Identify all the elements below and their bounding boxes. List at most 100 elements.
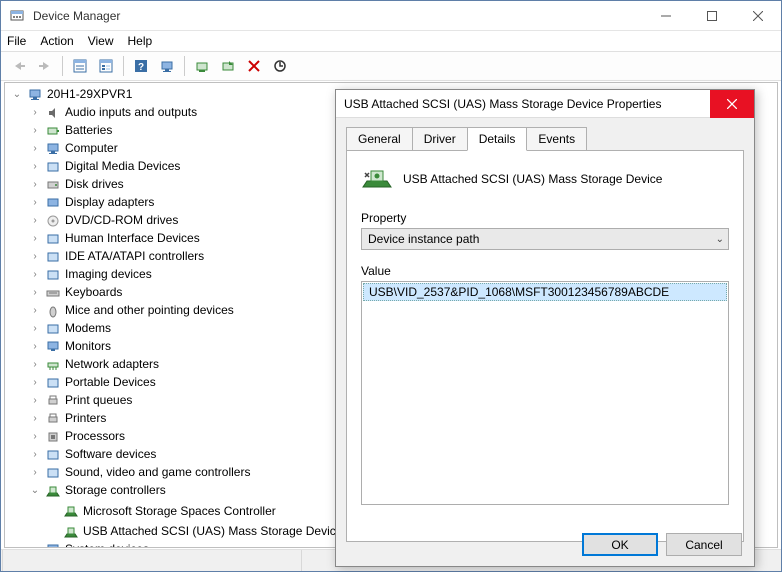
expand-icon[interactable]: ›: [29, 284, 41, 301]
expand-icon[interactable]: ›: [29, 428, 41, 445]
expand-icon[interactable]: ›: [29, 248, 41, 265]
tree-category[interactable]: ›Audio inputs and outputs: [29, 104, 197, 121]
tree-category-label: System devices: [65, 541, 149, 548]
properties-button[interactable]: [94, 54, 118, 78]
category-icon: [45, 393, 61, 409]
tab-details[interactable]: Details: [467, 127, 528, 151]
minimize-button[interactable]: [643, 1, 689, 31]
dialog-close-button[interactable]: [710, 90, 754, 118]
expand-icon[interactable]: ›: [29, 194, 41, 211]
tab-general[interactable]: General: [346, 127, 413, 151]
tree-category[interactable]: › IDE ATA/ATAPI controllers: [29, 248, 204, 265]
value-listbox[interactable]: USB\VID_2537&PID_1068\MSFT300123456789AB…: [361, 281, 729, 505]
tree-category[interactable]: › Batteries: [29, 122, 112, 139]
cancel-button[interactable]: Cancel: [666, 533, 742, 556]
tree-category[interactable]: ›Software devices: [29, 446, 156, 463]
tree-category[interactable]: ›Keyboards: [29, 284, 122, 301]
tree-category[interactable]: › Processors: [29, 428, 125, 445]
menu-action[interactable]: Action: [40, 34, 73, 48]
tree-category-label: Batteries: [65, 122, 112, 139]
tree-category[interactable]: ⌄ Storage controllers: [29, 482, 166, 499]
tree-category[interactable]: ›Digital Media Devices: [29, 158, 180, 175]
tree-category[interactable]: ›Sound, video and game controllers: [29, 464, 250, 481]
expand-icon[interactable]: ›: [29, 338, 41, 355]
expand-icon[interactable]: ›: [29, 356, 41, 373]
tree-category[interactable]: ›Disk drives: [29, 176, 124, 193]
expand-icon[interactable]: ›: [29, 122, 41, 139]
show-hide-tree-button[interactable]: [68, 54, 92, 78]
expand-icon[interactable]: ›: [29, 140, 41, 157]
computer-icon: [27, 87, 43, 103]
expand-icon[interactable]: ›: [29, 464, 41, 481]
tree-category-label: Processors: [65, 428, 125, 445]
tree-category[interactable]: ›Display adapters: [29, 194, 154, 211]
tree-category[interactable]: ›Imaging devices: [29, 266, 152, 283]
menu-help[interactable]: Help: [128, 34, 153, 48]
expand-icon[interactable]: ›: [29, 392, 41, 409]
maximize-button[interactable]: [689, 1, 735, 31]
tree-category-label: Monitors: [65, 338, 111, 355]
window-title: Device Manager: [33, 9, 643, 23]
property-combo[interactable]: Device instance path ⌄: [361, 228, 729, 250]
expand-icon[interactable]: ⌄: [29, 482, 41, 499]
hardware-button[interactable]: [155, 54, 179, 78]
expand-icon[interactable]: ›: [29, 176, 41, 193]
tree-category-label: Network adapters: [65, 356, 159, 373]
category-icon: [45, 105, 61, 121]
tab-driver[interactable]: Driver: [412, 127, 468, 151]
tree-root-node[interactable]: ⌄20H1-29XPVR1: [11, 86, 132, 103]
expand-icon[interactable]: ›: [29, 302, 41, 319]
expand-icon[interactable]: ›: [29, 158, 41, 175]
tree-category-label: Storage controllers: [65, 482, 166, 499]
category-icon: [45, 357, 61, 373]
tree-category[interactable]: › Printers: [29, 410, 106, 427]
tree-device[interactable]: USB Attached SCSI (UAS) Mass Storage Dev…: [47, 523, 342, 540]
device-header: USB Attached SCSI (UAS) Mass Storage Dev…: [361, 163, 729, 195]
tree-category-label: Printers: [65, 410, 106, 427]
tree-category-label: IDE ATA/ATAPI controllers: [65, 248, 204, 265]
tree-category[interactable]: ›Portable Devices: [29, 374, 156, 391]
update-driver-button[interactable]: [190, 54, 214, 78]
expand-icon[interactable]: ›: [29, 266, 41, 283]
storage-controller-icon: [63, 503, 79, 519]
collapse-icon[interactable]: ⌄: [11, 86, 23, 103]
help-button[interactable]: ?: [129, 54, 153, 78]
tree-device[interactable]: Microsoft Storage Spaces Controller: [47, 503, 276, 520]
tree-category[interactable]: › System devices: [29, 541, 149, 548]
expand-icon[interactable]: ›: [29, 410, 41, 427]
value-item[interactable]: USB\VID_2537&PID_1068\MSFT300123456789AB…: [363, 283, 727, 301]
tree-category[interactable]: ›Modems: [29, 320, 111, 337]
expand-icon[interactable]: ›: [29, 320, 41, 337]
expand-icon[interactable]: ›: [29, 104, 41, 121]
expand-icon[interactable]: ›: [29, 374, 41, 391]
tree-category[interactable]: › Monitors: [29, 338, 111, 355]
tree-category[interactable]: › Human Interface Devices: [29, 230, 200, 247]
tree-category[interactable]: ›Computer: [29, 140, 118, 157]
expand-icon[interactable]: ›: [29, 230, 41, 247]
category-icon: [45, 303, 61, 319]
tab-panel-details: USB Attached SCSI (UAS) Mass Storage Dev…: [346, 150, 744, 542]
scan-hardware-button[interactable]: [268, 54, 292, 78]
uninstall-device-button[interactable]: [242, 54, 266, 78]
back-button[interactable]: [7, 54, 31, 78]
tree-category[interactable]: ›Print queues: [29, 392, 132, 409]
tree-category[interactable]: ›Mice and other pointing devices: [29, 302, 234, 319]
close-button[interactable]: [735, 1, 781, 31]
ok-button[interactable]: OK: [582, 533, 658, 556]
expand-icon[interactable]: ›: [29, 446, 41, 463]
menu-view[interactable]: View: [88, 34, 114, 48]
tree-category[interactable]: › Network adapters: [29, 356, 159, 373]
expand-icon[interactable]: ›: [29, 541, 41, 548]
forward-button[interactable]: [33, 54, 57, 78]
expand-icon[interactable]: ›: [29, 212, 41, 229]
tree-category[interactable]: ›DVD/CD-ROM drives: [29, 212, 178, 229]
tree-category-label: Human Interface Devices: [65, 230, 200, 247]
dialog-button-row: OK Cancel: [582, 533, 742, 556]
chevron-down-icon: ⌄: [716, 234, 724, 245]
toolbar-separator: [184, 56, 185, 76]
enable-device-button[interactable]: [216, 54, 240, 78]
menu-file[interactable]: File: [7, 34, 26, 48]
tab-events[interactable]: Events: [526, 127, 587, 151]
device-name-label: USB Attached SCSI (UAS) Mass Storage Dev…: [403, 172, 662, 186]
dialog-titlebar: USB Attached SCSI (UAS) Mass Storage Dev…: [336, 90, 754, 118]
